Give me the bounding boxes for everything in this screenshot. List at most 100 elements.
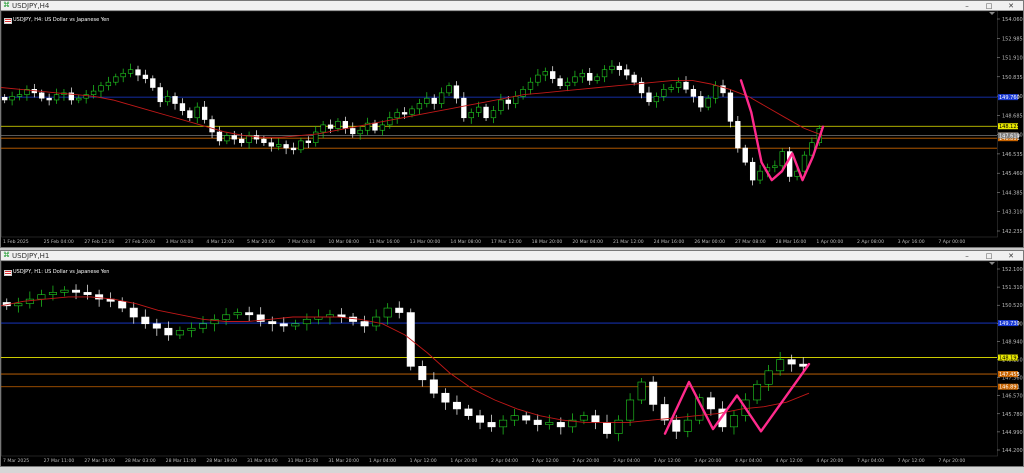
candle-body xyxy=(533,419,542,425)
window-titlebar[interactable]: ⌘ USDJPY,H4 – □ ✕ xyxy=(1,1,1023,11)
time-axis-label: 11 Mar 16:00 xyxy=(369,239,400,245)
time-axis-label: 27 Mar 08:00 xyxy=(735,239,766,245)
price-tag-label: 149.730 xyxy=(999,321,1020,327)
candle-body xyxy=(510,415,519,421)
candle-body xyxy=(764,370,773,385)
candle-body xyxy=(409,108,415,115)
candle-body xyxy=(53,94,60,101)
candle-body xyxy=(441,392,450,403)
candle-body xyxy=(753,383,762,401)
candle-body xyxy=(261,138,267,143)
candle-body xyxy=(557,78,563,87)
minimize-button[interactable]: – xyxy=(957,1,977,11)
candle-body xyxy=(394,112,400,119)
price-tag-label: 147.610 xyxy=(999,133,1020,139)
price-tag-label: 148.192 xyxy=(999,356,1020,362)
candle-body xyxy=(591,415,600,423)
candle-body xyxy=(141,316,150,325)
candle-body xyxy=(801,154,808,172)
plot-area xyxy=(1,11,998,238)
price-chart-h4[interactable]: 154.060 152.985 151.910 150.835 149.760 148.6… xyxy=(1,11,1023,247)
time-axis-label: 3 Apr 04:00 xyxy=(613,458,640,464)
maximize-button[interactable]: □ xyxy=(979,1,999,11)
candle-body xyxy=(799,363,808,367)
close-button[interactable]: ✕ xyxy=(1001,251,1021,261)
candle-body xyxy=(729,415,738,428)
candle-body xyxy=(224,135,230,142)
candle-body xyxy=(298,140,304,151)
price-tick-label: 146.570 xyxy=(1002,394,1023,400)
candle-body xyxy=(550,71,556,79)
time-axis-label: 4 Apr 20:00 xyxy=(816,458,843,464)
maximize-button[interactable]: □ xyxy=(979,251,999,261)
candle-body xyxy=(379,124,386,131)
candle-body xyxy=(16,94,23,97)
candle-body xyxy=(522,415,531,421)
window-titlebar[interactable]: ⌘ USDJPY,H1 – □ ✕ xyxy=(1,251,1023,261)
time-axis-label: 2 Apr 12:00 xyxy=(532,458,559,464)
time-axis-label: 10 Mar 08:00 xyxy=(328,239,359,245)
candle-body xyxy=(742,147,748,163)
candle-body xyxy=(37,294,46,300)
chart-app-icon: ⌘ xyxy=(3,251,10,259)
candle-body xyxy=(572,76,578,83)
candle-body xyxy=(626,399,635,421)
time-axis-label: 20 Mar 04:00 xyxy=(572,239,603,245)
minimize-button[interactable]: – xyxy=(957,251,977,261)
candle-body xyxy=(487,422,496,428)
price-tick-label: 148.685 xyxy=(1002,113,1023,119)
candle-body xyxy=(712,85,719,99)
candle-body xyxy=(631,74,637,83)
candle-body xyxy=(649,381,658,405)
candle-body xyxy=(475,106,482,113)
candle-body xyxy=(683,419,692,432)
price-tick-label: 146.535 xyxy=(1002,152,1023,158)
candle-body xyxy=(231,135,237,140)
candle-body xyxy=(527,81,534,90)
candle-body xyxy=(113,76,119,83)
price-tag-label: 148.125 xyxy=(999,124,1020,130)
candle-body xyxy=(660,404,669,421)
candle-body xyxy=(142,74,149,79)
time-axis-label: 26 Mar 00:00 xyxy=(694,239,725,245)
time-axis-label: 28 Mar 19:00 xyxy=(206,458,237,464)
price-tick-label: 143.310 xyxy=(1002,210,1023,216)
time-axis-label: 28 Mar 03:00 xyxy=(125,458,156,464)
candle-body xyxy=(653,96,660,103)
candle-body xyxy=(201,106,208,120)
symbol-label: USDJPY, H4: US Dollar vs Japanese Yen xyxy=(13,17,110,23)
candle-body xyxy=(90,90,97,95)
candle-body xyxy=(776,359,785,372)
candle-body xyxy=(76,97,82,101)
price-chart-h1[interactable]: 152.100 151.310 150.520 149.730 148.940 148.1… xyxy=(1,261,1023,466)
candle-body xyxy=(749,161,756,181)
candle-body xyxy=(779,151,785,167)
candle-body xyxy=(39,92,45,99)
time-axis-label: 5 Mar 20:00 xyxy=(247,239,275,245)
candle-body xyxy=(675,81,682,88)
candle-body xyxy=(233,312,242,316)
price-tick-label: 152.100 xyxy=(1002,267,1023,273)
price-tick-label: 151.310 xyxy=(1002,285,1023,291)
price-tag-label: 149.760 xyxy=(999,95,1020,101)
time-axis-label: 18 Mar 20:00 xyxy=(532,239,563,245)
time-axis-label: 3 Apr 20:00 xyxy=(694,458,721,464)
candle-body xyxy=(95,294,104,300)
candle-body xyxy=(683,81,689,90)
candle-body xyxy=(276,144,282,147)
candle-body xyxy=(464,408,473,416)
candle-body xyxy=(342,121,349,129)
candle-body xyxy=(302,318,311,325)
time-axis-label: 27 Feb 20:00 xyxy=(125,239,155,245)
candle-body xyxy=(661,88,667,97)
candle-body xyxy=(418,366,427,381)
candle-body xyxy=(118,301,127,309)
candle-body xyxy=(245,312,254,316)
candle-body xyxy=(603,422,611,434)
time-axis-label: 21 Mar 12:00 xyxy=(613,239,644,245)
candle-body xyxy=(83,292,92,295)
price-tick-label: 145.780 xyxy=(1002,412,1023,418)
close-button[interactable]: ✕ xyxy=(1001,1,1021,11)
time-axis-label: 28 Mar 16:00 xyxy=(776,239,807,245)
candle-body xyxy=(150,78,156,88)
